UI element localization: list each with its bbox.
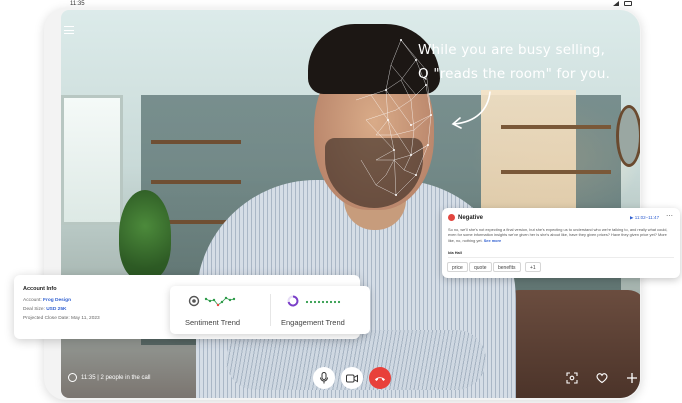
more-options-icon[interactable]: ⋯ bbox=[666, 212, 673, 220]
see-more-link[interactable]: See more bbox=[484, 238, 502, 243]
menu-icon[interactable] bbox=[64, 26, 74, 34]
close-date-row: Projected Close Date: May 11, 2023 bbox=[23, 316, 100, 321]
call-status-text: 11:35 | 2 people in the call bbox=[81, 374, 151, 381]
deal-size-row: Deal Size: USD 25K bbox=[23, 307, 66, 312]
app-stage: 11:35 While you are busy selling, Q "rea… bbox=[0, 0, 682, 403]
plus-icon[interactable] bbox=[626, 372, 638, 384]
screen-focus-icon[interactable] bbox=[566, 372, 578, 384]
trend-divider bbox=[270, 294, 271, 326]
account-value[interactable]: Frog Design bbox=[43, 298, 71, 303]
curved-arrow-icon bbox=[451, 91, 491, 129]
card-divider bbox=[448, 257, 674, 258]
negative-label: Negative bbox=[458, 214, 484, 221]
caption-line-1: While you are busy selling, bbox=[418, 42, 606, 58]
end-call-button[interactable] bbox=[369, 367, 391, 389]
account-info-title: Account Info bbox=[23, 286, 57, 292]
chat-icon[interactable] bbox=[68, 373, 77, 382]
signal-icon bbox=[613, 1, 619, 6]
transcript-text: So no, we'll she's not expecting a final… bbox=[448, 227, 668, 243]
negative-moment-card[interactable]: Negative ▶ 11:02–11:47 ⋯ So no, we'll sh… bbox=[442, 208, 680, 278]
marketing-caption: While you are busy selling, Q "reads the… bbox=[418, 38, 633, 86]
shelf bbox=[501, 170, 611, 174]
sentiment-trend-label: Sentiment Trend bbox=[185, 318, 241, 327]
moment-timestamp[interactable]: ▶ 11:02–11:47 bbox=[630, 215, 659, 221]
shelf bbox=[151, 140, 241, 144]
trend-card: Sentiment Trend Engagement Trend bbox=[170, 286, 370, 334]
battery-icon bbox=[624, 1, 632, 6]
engagement-trend-label: Engagement Trend bbox=[281, 318, 345, 327]
camera-icon bbox=[346, 374, 358, 382]
plant bbox=[119, 190, 171, 280]
transcript-excerpt: So no, we'll she's not expecting a final… bbox=[448, 227, 674, 243]
deal-size-value: USD 25K bbox=[46, 307, 67, 312]
sentiment-trend-chart bbox=[188, 295, 236, 307]
camera-button[interactable] bbox=[341, 367, 363, 389]
heart-icon[interactable] bbox=[596, 372, 608, 384]
negative-header: Negative bbox=[448, 214, 483, 221]
wall-mirror bbox=[616, 105, 640, 167]
status-time: 11:35 bbox=[70, 1, 85, 7]
account-label: Account: bbox=[23, 298, 42, 303]
shelf bbox=[501, 125, 611, 129]
end-call-icon bbox=[375, 376, 385, 381]
engagement-trend-chart bbox=[287, 295, 341, 307]
speaker-name: Ida Hall bbox=[448, 250, 462, 255]
account-row: Account: Frog Design bbox=[23, 298, 71, 303]
close-date-value: May 11, 2023 bbox=[71, 316, 100, 321]
close-date-label: Projected Close Date: bbox=[23, 316, 70, 321]
deal-size-label: Deal Size: bbox=[23, 307, 45, 312]
mic-icon bbox=[320, 372, 328, 384]
shelf bbox=[151, 180, 241, 184]
caption-line-2: Q "reads the room" for you. bbox=[418, 66, 611, 82]
room-window bbox=[61, 95, 123, 225]
mic-button[interactable] bbox=[313, 367, 335, 389]
call-info: 11:35 | 2 people in the call bbox=[68, 373, 151, 382]
negative-sentiment-icon bbox=[448, 214, 455, 221]
